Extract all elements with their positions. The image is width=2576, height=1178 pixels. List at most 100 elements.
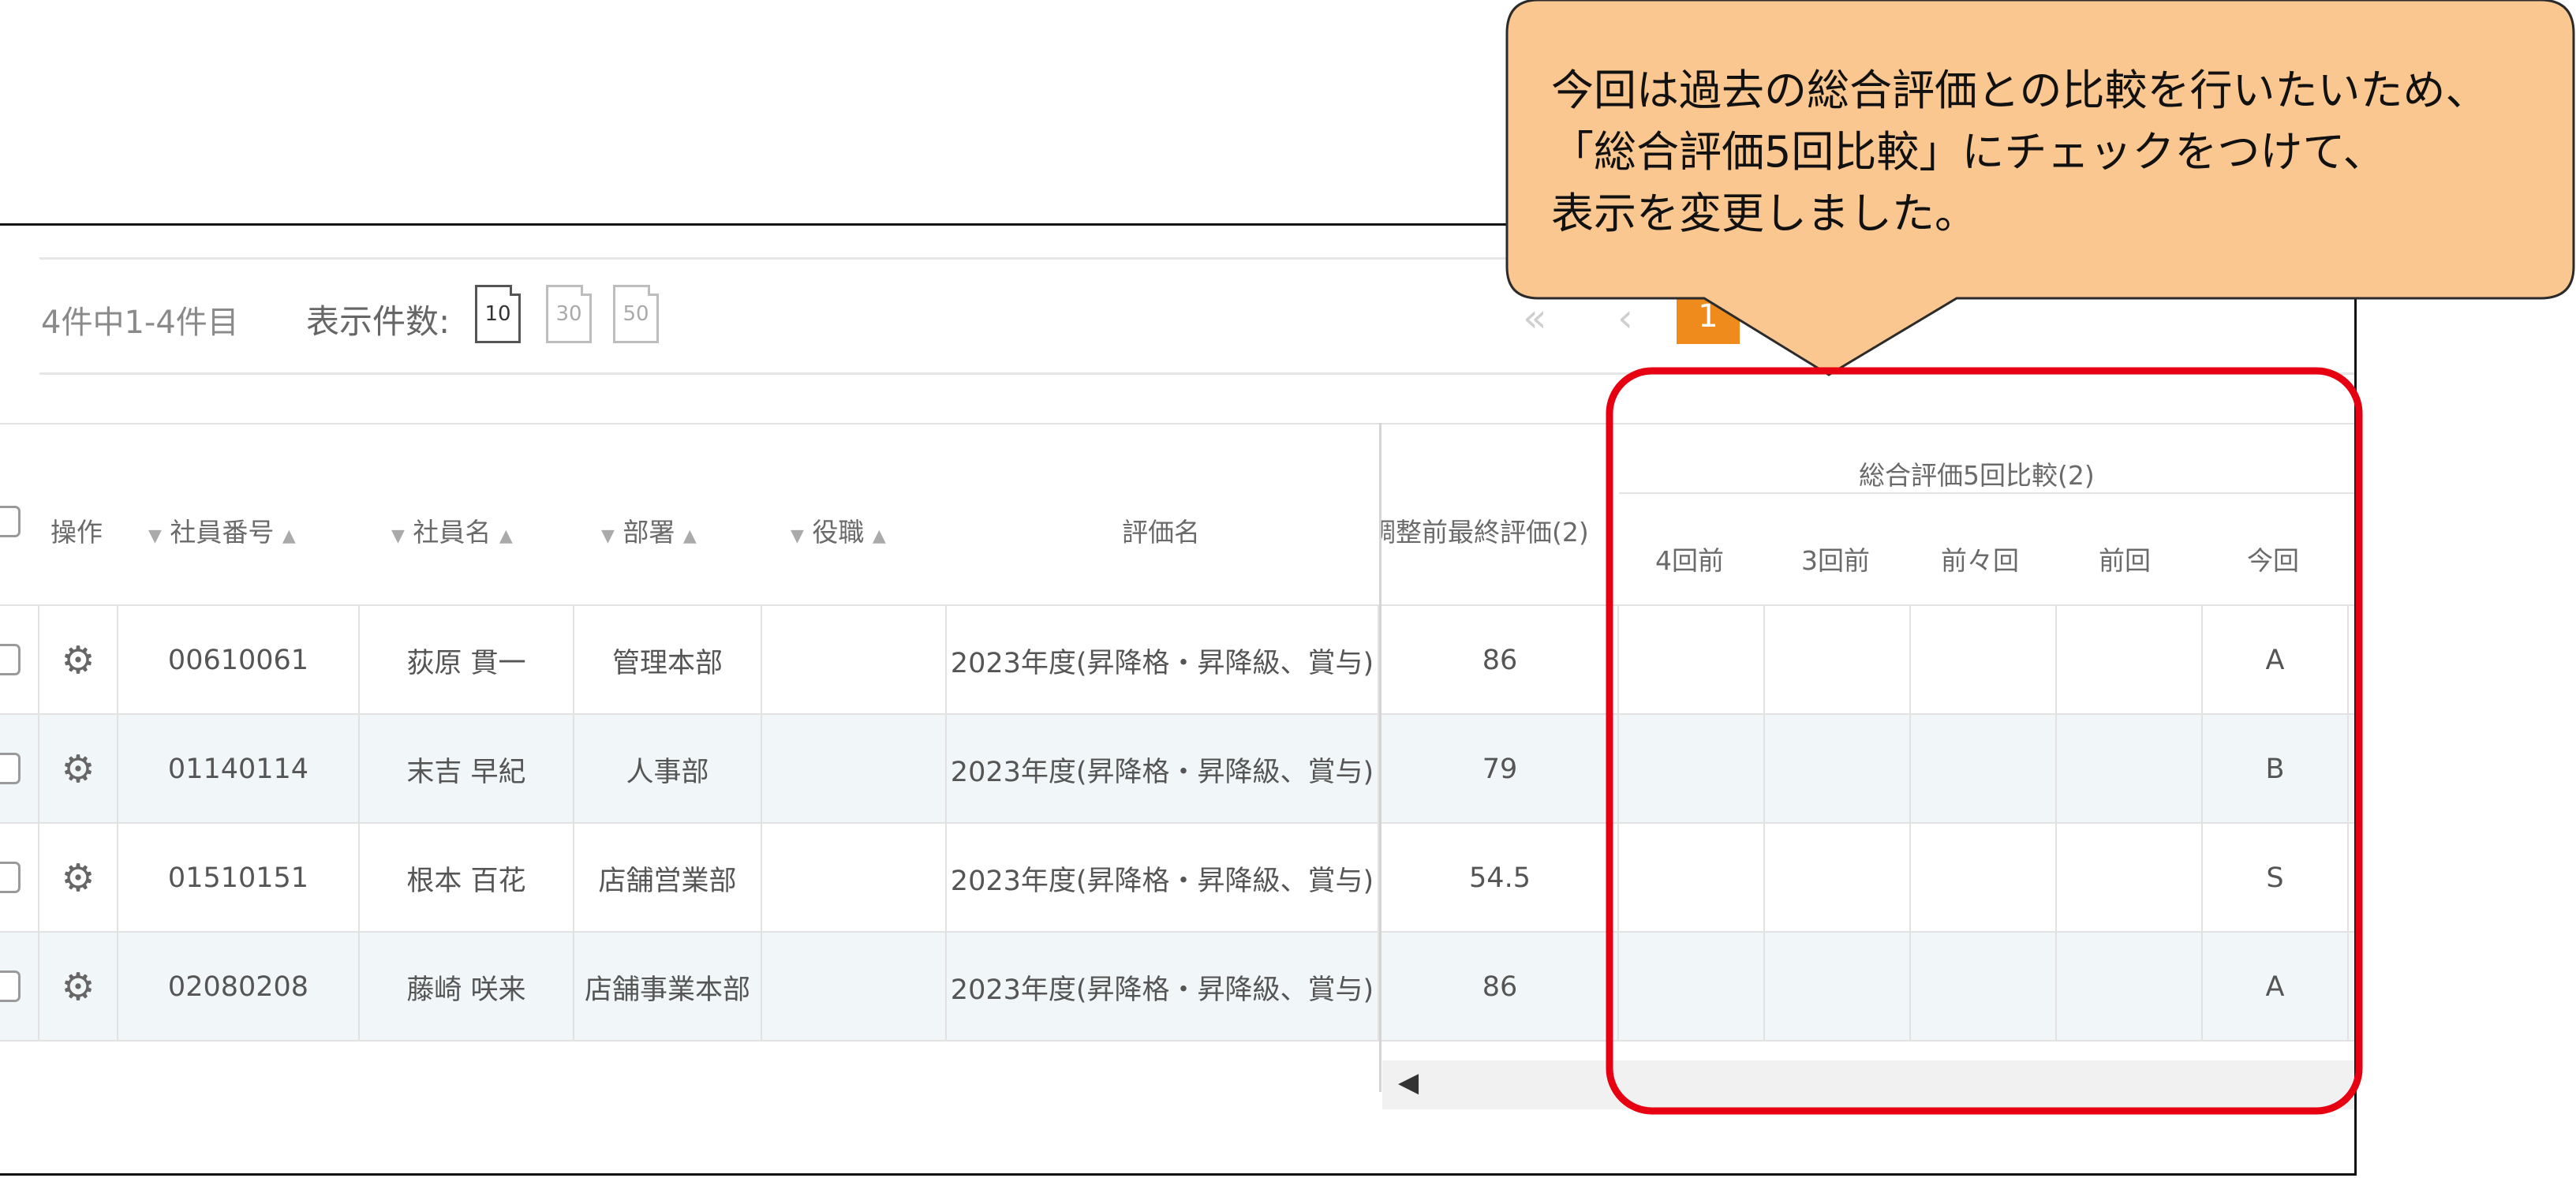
sort-asc-icon[interactable]: ▲ [683, 526, 697, 546]
sort-asc-icon[interactable]: ▲ [873, 526, 886, 546]
sort-asc-icon[interactable]: ▲ [499, 526, 513, 546]
cell-department: 管理本部 [574, 606, 762, 715]
header-employee-name[interactable]: ▼ 社員名 ▲ [391, 511, 513, 549]
cell-comparison [1911, 824, 2057, 933]
per-page-10-button[interactable]: 10 [475, 285, 521, 343]
cell-comparison: S [2203, 824, 2349, 933]
list-panel: 4件中1-4件目 表示件数: 10 30 50 « ‹ 1 操作 ▼ 社員番号 … [0, 223, 2357, 1176]
result-count: 4件中1-4件目 [41, 305, 239, 341]
row-actions[interactable]: ⚙ [38, 715, 118, 824]
gear-icon[interactable]: ⚙ [61, 856, 95, 900]
header-department[interactable]: ▼ 部署 ▲ [601, 511, 697, 549]
header-label: 役職 [812, 517, 865, 548]
per-page-label: 表示件数: [306, 302, 451, 341]
cell-evaluation-name: 2023年度(昇降格・昇降級、賞与) [947, 606, 1379, 715]
cell-comparison [1765, 606, 1911, 715]
cell-position [762, 606, 947, 715]
cell-comparison [1619, 715, 1765, 824]
header-label: 社員名 [413, 517, 492, 548]
frozen-column-divider [1379, 423, 1381, 1092]
table-row[interactable]: ⚙ 01510151 根本 百花 店舗営業部 2023年度(昇降格・昇降級、賞与) 54.… [0, 822, 2354, 933]
cell-comparison: A [2203, 606, 2349, 715]
gear-icon[interactable]: ⚙ [61, 965, 95, 1009]
cell-comparison [1619, 933, 1765, 1042]
header-final-eval: 調整前最終評価(2) [1381, 517, 1589, 548]
cell-final-eval: 79 [1382, 715, 1619, 824]
cell-position [762, 715, 947, 824]
divider [39, 257, 2354, 260]
row-actions[interactable]: ⚙ [38, 933, 118, 1042]
cell-evaluation-name: 2023年度(昇降格・昇降級、賞与) [947, 933, 1379, 1042]
cell-employee-no: 01140114 [118, 715, 360, 824]
sort-asc-icon[interactable]: ▲ [282, 526, 296, 546]
table-row[interactable]: ⚙ 01140114 末吉 早紀 人事部 2023年度(昇降格・昇降級、賞与) 79 B [0, 713, 2354, 824]
cell-employee-name: 藤崎 咲来 [360, 933, 574, 1042]
cell-department: 人事部 [574, 715, 762, 824]
cell-comparison [1911, 933, 2057, 1042]
cell-position [762, 933, 947, 1042]
row-actions[interactable]: ⚙ [38, 824, 118, 933]
cell-evaluation-name: 2023年度(昇降格・昇降級、賞与) [947, 824, 1379, 933]
cell-final-eval: 86 [1382, 933, 1619, 1042]
cell-final-eval: 86 [1382, 606, 1619, 715]
callout-line: 今回は過去の総合評価との比較を行いたいため、 [1551, 65, 2488, 115]
double-chevron-left-icon[interactable]: « [1523, 295, 1547, 341]
sort-desc-icon[interactable]: ▼ [601, 526, 615, 546]
cell-comparison: B [2203, 715, 2349, 824]
table-row[interactable]: ⚙ 00610061 荻原 貫一 管理本部 2023年度(昇降格・昇降級、賞与) 86 A [0, 604, 2354, 715]
row-checkbox[interactable] [0, 970, 21, 1002]
chevron-left-icon[interactable]: ‹ [1617, 295, 1633, 341]
header-current: 今回 [2247, 545, 2299, 576]
header-actions: 操作 [50, 517, 103, 548]
cell-final-eval: 54.5 [1382, 824, 1619, 933]
callout-line: 「総合評価5回比較」にチェックをつけて、 [1551, 127, 2386, 177]
cell-position [762, 824, 947, 933]
header-employee-no[interactable]: ▼ 社員番号 ▲ [148, 511, 296, 549]
row-checkbox[interactable] [0, 862, 21, 893]
cell-employee-name: 荻原 貫一 [360, 606, 574, 715]
select-all-checkbox[interactable] [0, 506, 21, 537]
cell-comparison [1619, 606, 1765, 715]
cell-comparison [1765, 933, 1911, 1042]
header-4-before: 4回前 [1655, 545, 1724, 576]
header-position[interactable]: ▼ 役職 ▲ [791, 511, 886, 549]
header-2-before: 前々回 [1941, 545, 2019, 576]
row-checkbox[interactable] [0, 644, 21, 675]
gear-icon[interactable]: ⚙ [61, 747, 95, 791]
gear-icon[interactable]: ⚙ [61, 638, 95, 682]
cell-employee-name: 根本 百花 [360, 824, 574, 933]
table-row[interactable]: ⚙ 02080208 藤崎 咲来 店舗事業本部 2023年度(昇降格・昇降級、賞与) 86… [0, 931, 2354, 1042]
scroll-left-icon[interactable]: ◀ [1398, 1067, 1419, 1098]
page-1-button[interactable]: 1 [1677, 289, 1740, 344]
horizontal-scrollbar[interactable]: ◀ [1382, 1060, 2354, 1109]
cell-comparison: A [2203, 933, 2349, 1042]
row-actions[interactable]: ⚙ [38, 606, 118, 715]
row-checkbox[interactable] [0, 753, 21, 784]
sort-desc-icon[interactable]: ▼ [148, 526, 162, 546]
divider [39, 372, 2354, 375]
sort-desc-icon[interactable]: ▼ [791, 526, 804, 546]
header-evaluation-name: 評価名 [1122, 517, 1200, 548]
per-page-50-button[interactable]: 50 [613, 285, 659, 343]
sort-desc-icon[interactable]: ▼ [391, 526, 405, 546]
cell-evaluation-name: 2023年度(昇降格・昇降級、賞与) [947, 715, 1379, 824]
cell-comparison [2057, 824, 2203, 933]
cell-comparison [2057, 933, 2203, 1042]
cell-employee-name: 末吉 早紀 [360, 715, 574, 824]
cell-employee-no: 01510151 [118, 824, 360, 933]
cell-comparison [2057, 606, 2203, 715]
cell-comparison [2057, 715, 2203, 824]
cell-department: 店舗事業本部 [574, 933, 762, 1042]
cell-comparison [1911, 715, 2057, 824]
cell-employee-no: 02080208 [118, 933, 360, 1042]
cell-comparison [1619, 824, 1765, 933]
header-comparison-group: 総合評価5回比較(2) [1859, 460, 2095, 491]
header-3-before: 3回前 [1801, 545, 1870, 576]
header-label: 社員番号 [170, 517, 275, 548]
cell-department: 店舗営業部 [574, 824, 762, 933]
per-page-30-button[interactable]: 30 [546, 285, 592, 343]
cell-employee-no: 00610061 [118, 606, 360, 715]
callout-line: 表示を変更しました。 [1551, 189, 1977, 238]
cell-comparison [1765, 715, 1911, 824]
header-previous: 前回 [2099, 545, 2151, 576]
